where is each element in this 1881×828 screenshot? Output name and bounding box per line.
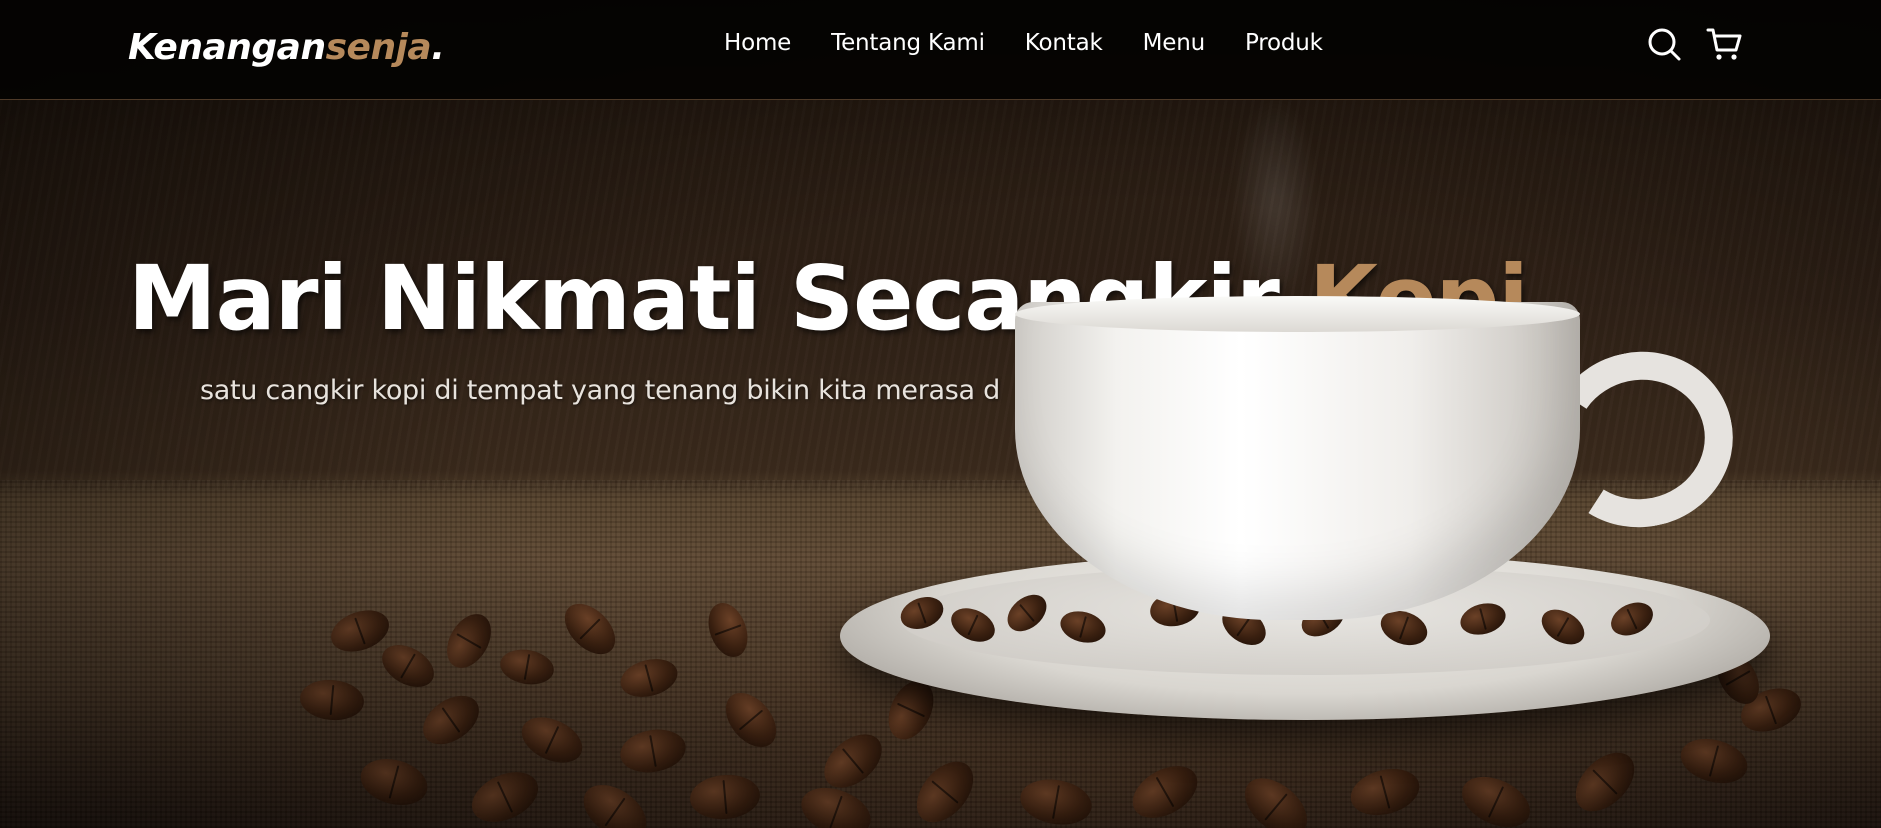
brand-logo[interactable]: Kenangansenja. — [128, 24, 445, 72]
navbar: Kenangansenja. Home Tentang Kami Kontak … — [0, 0, 1881, 100]
nav-link-home[interactable]: Home — [724, 27, 791, 59]
cup-rim — [1015, 296, 1580, 332]
hero-subtitle: satu cangkir kopi di tempat yang tenang … — [200, 375, 1000, 406]
brand-name-accent: senja — [325, 27, 432, 68]
brand-name-dot: . — [431, 27, 445, 68]
search-icon[interactable] — [1645, 25, 1683, 63]
nav-link-menu[interactable]: Menu — [1143, 27, 1206, 59]
nav-link-tentang-kami[interactable]: Tentang Kami — [831, 27, 985, 59]
nav-links: Home Tentang Kami Kontak Menu Produk — [724, 27, 1363, 59]
brand-name-main: Kenangan — [128, 27, 326, 68]
nav-link-kontak[interactable]: Kontak — [1025, 27, 1103, 59]
nav-icons — [1645, 25, 1743, 63]
shopping-cart-icon[interactable] — [1705, 25, 1743, 63]
nav-link-produk[interactable]: Produk — [1245, 27, 1323, 59]
